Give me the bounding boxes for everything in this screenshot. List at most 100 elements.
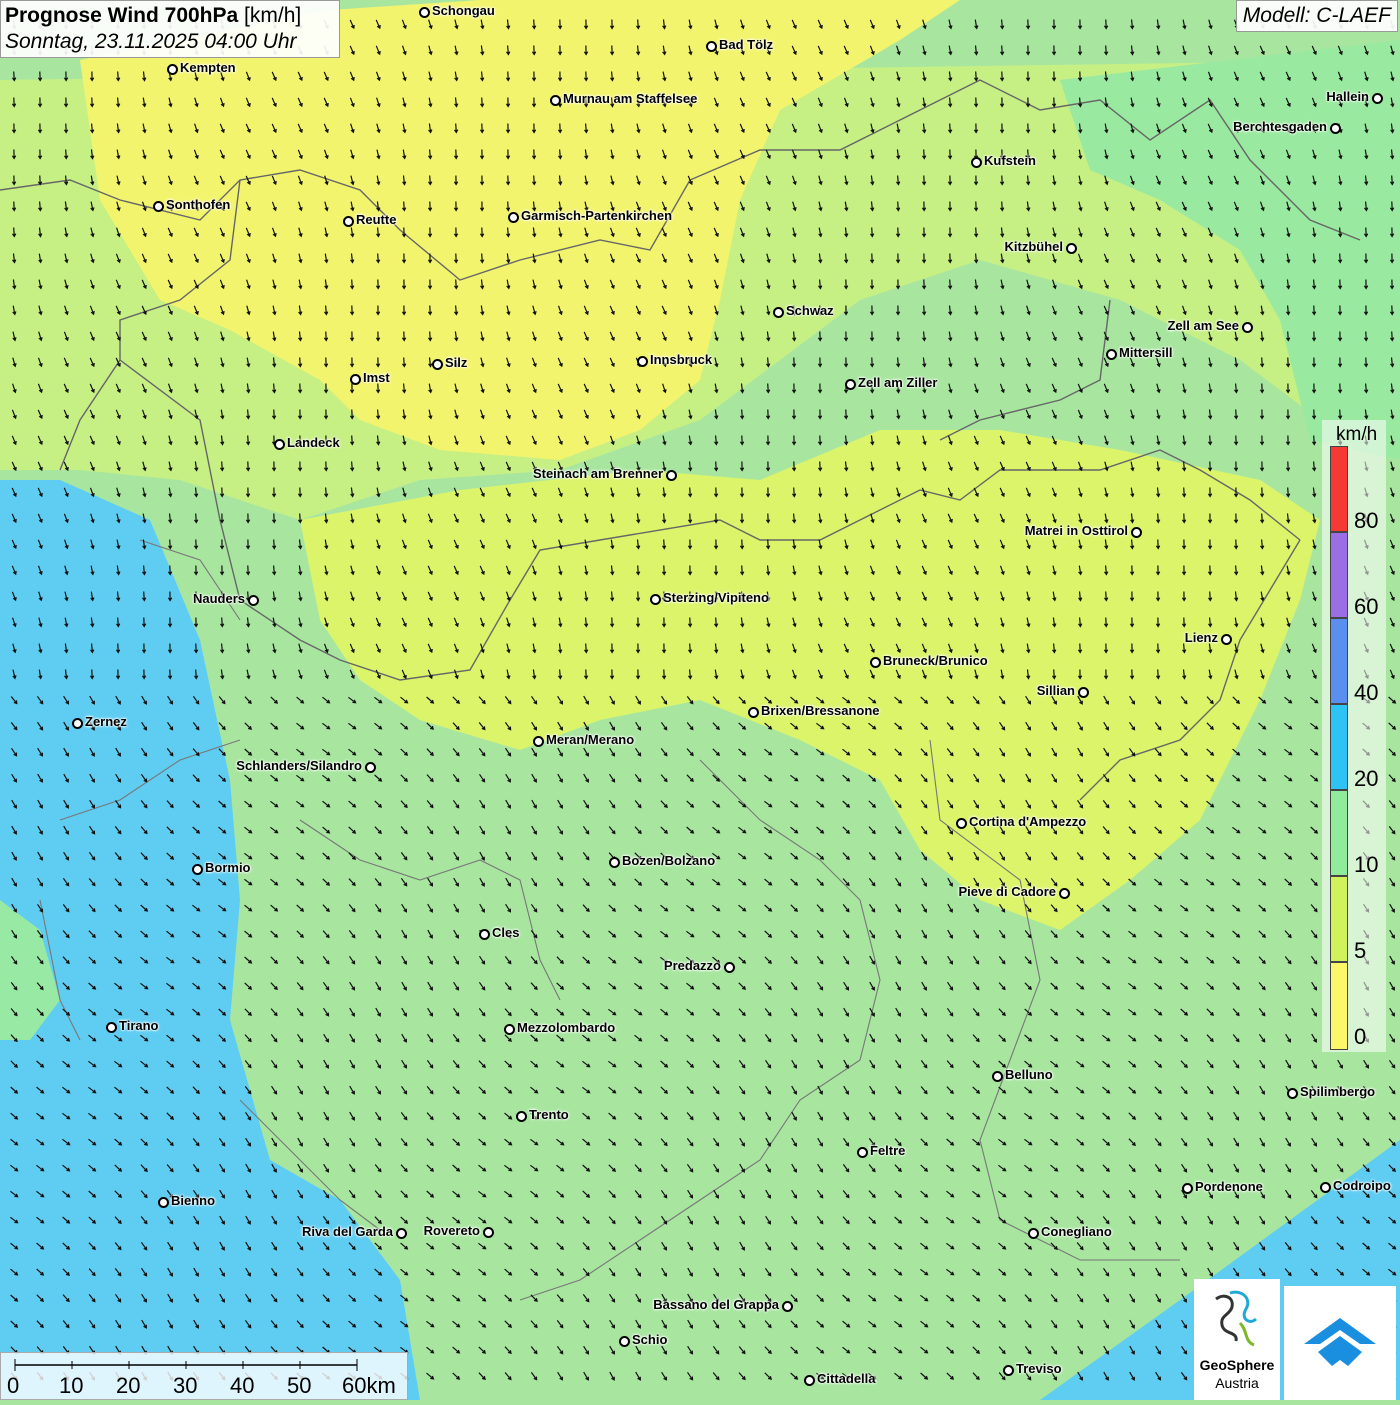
legend-swatch-10 [1330, 790, 1348, 876]
weather-app-logo[interactable] [1284, 1286, 1396, 1400]
legend-label-20: 20 [1354, 766, 1379, 791]
city-marker [153, 201, 164, 212]
city-label: Bad Tölz [719, 37, 774, 52]
legend-label-40: 40 [1354, 680, 1379, 705]
city-marker [533, 736, 544, 747]
city-marker [1106, 349, 1117, 360]
legend-swatch-40 [1330, 618, 1348, 704]
city-marker [158, 1197, 169, 1208]
city-label: Zernez [85, 714, 127, 729]
city-label: Codroipo [1333, 1178, 1391, 1193]
city-marker [1320, 1182, 1331, 1193]
scale-label-50: 50 [287, 1373, 312, 1398]
city-marker [350, 374, 361, 385]
city-marker [1330, 123, 1341, 134]
city-marker [365, 762, 376, 773]
city-label: Matrei in Osttirol [1024, 523, 1128, 538]
city-marker [956, 818, 967, 829]
city-label: Landeck [287, 435, 340, 450]
city-label: Feltre [870, 1143, 906, 1158]
geosphere-logo-line1: GeoSphere [1199, 1357, 1275, 1373]
city-marker [992, 1071, 1003, 1082]
city-marker [483, 1227, 494, 1238]
city-label: Bozen/Bolzano [622, 853, 716, 868]
city-marker [550, 95, 561, 106]
scale-label-0: 0 [7, 1373, 20, 1398]
city-label: Schlanders/Silandro [236, 758, 362, 773]
city-marker [1003, 1365, 1014, 1376]
scale-label-20: 20 [116, 1373, 141, 1398]
city-label: Lienz [1184, 630, 1218, 645]
city-marker [971, 157, 982, 168]
city-marker [650, 594, 661, 605]
geosphere-logo[interactable]: GeoSphere Austria [1194, 1279, 1280, 1400]
city-marker [857, 1147, 868, 1158]
map-title: Prognose Wind 700hPa [km/h] [5, 3, 331, 29]
weather-app-icon [1304, 1318, 1376, 1366]
scale-label-10: 10 [59, 1373, 84, 1398]
city-marker [782, 1301, 793, 1312]
city-label: Rovereto [423, 1223, 480, 1238]
city-label: Conegliano [1041, 1224, 1112, 1239]
legend-unit: km/h [1336, 424, 1378, 445]
legend-label-60: 60 [1354, 594, 1379, 619]
city-label: Pieve di Cadore [958, 884, 1056, 899]
city-label: Bruneck/Brunico [883, 653, 988, 668]
city-marker [619, 1336, 630, 1347]
city-label: Pordenone [1195, 1179, 1263, 1194]
city-label: Imst [363, 370, 390, 385]
city-label: Silz [445, 355, 468, 370]
city-marker [396, 1228, 407, 1239]
city-marker [1287, 1088, 1298, 1099]
city-label: Meran/Merano [546, 732, 635, 747]
city-marker [479, 929, 490, 940]
city-label: Sterzing/Vipiteno [663, 590, 769, 605]
city-marker [508, 212, 519, 223]
city-marker [192, 864, 203, 875]
city-label: Schongau [432, 3, 495, 18]
title-box: Prognose Wind 700hPa [km/h] Sonntag, 23.… [0, 0, 340, 58]
city-label: Bormio [205, 860, 251, 875]
city-marker [748, 707, 759, 718]
legend-swatch-0 [1330, 962, 1348, 1050]
city-label: Bienno [171, 1193, 216, 1208]
city-marker [516, 1111, 527, 1122]
city-label: Schwaz [786, 303, 834, 318]
geosphere-logo-line2: Austria [1215, 1375, 1259, 1391]
title-unit: [km/h] [244, 4, 302, 27]
city-label: Sillian [1036, 683, 1075, 698]
color-legend: km/h 80 60 40 20 10 5 0 [1322, 420, 1386, 1052]
city-label: Zell am See [1167, 318, 1239, 333]
city-marker [724, 962, 735, 973]
city-label: Treviso [1016, 1361, 1062, 1376]
city-label: Kitzbühel [1004, 239, 1064, 254]
city-label: Spilimbergo [1300, 1084, 1376, 1099]
city-marker [432, 359, 443, 370]
city-marker [248, 595, 259, 606]
city-label: Trento [529, 1107, 569, 1122]
city-label: Tirano [119, 1018, 159, 1033]
city-marker [1131, 527, 1142, 538]
legend-swatch-80 [1330, 446, 1348, 532]
scale-label-60km: 60km [342, 1373, 396, 1398]
forecast-datetime: Sonntag, 23.11.2025 04:00 Uhr [5, 30, 297, 53]
scale-label-40: 40 [230, 1373, 255, 1398]
title-main: Prognose Wind 700hPa [5, 4, 239, 27]
scale-label-30: 30 [173, 1373, 198, 1398]
city-marker [870, 657, 881, 668]
city-marker [1182, 1183, 1193, 1194]
city-marker [1372, 93, 1383, 104]
city-label: Berchtesgaden [1233, 119, 1327, 134]
city-label: Cortina d'Ampezzo [969, 814, 1087, 829]
model-label: Modell: C-LAEF [1235, 0, 1398, 32]
city-label: Mezzolombardo [517, 1020, 616, 1035]
city-label: Riva del Garda [301, 1224, 393, 1239]
city-label: Schio [632, 1332, 668, 1347]
city-label: Hallein [1326, 89, 1369, 104]
legend-swatch-5 [1330, 876, 1348, 962]
city-marker [1078, 687, 1089, 698]
city-marker [773, 307, 784, 318]
city-marker [1242, 322, 1253, 333]
city-marker [504, 1024, 515, 1035]
city-label: Predazzo [663, 958, 721, 973]
